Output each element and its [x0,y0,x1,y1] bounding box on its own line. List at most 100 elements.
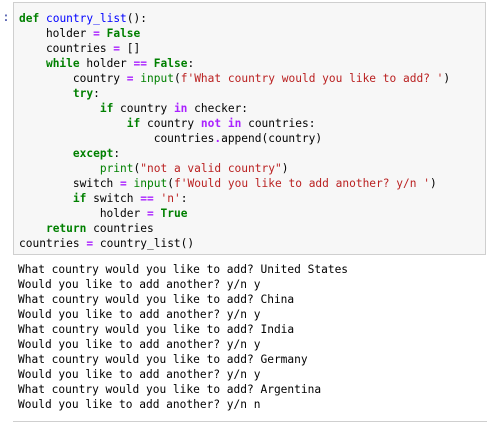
code-token: : [180,192,188,205]
code-token: f'Would you like to add another? y/n ' [173,177,430,190]
code-token: holder [19,207,147,220]
code-line: countries.append(country) [19,132,322,145]
code-token: in [173,102,188,115]
code-token: in [227,117,242,130]
code-token: not [200,117,222,130]
code-token: = [120,177,127,190]
code-token: country [19,72,127,85]
code-token: def [19,12,40,25]
output-line: What country would you like to add? Unit… [18,263,349,276]
code-token: = [126,72,134,85]
code-line: try: [19,87,100,100]
code-token: = [146,207,154,220]
code-line: print("not a valid country") [19,162,289,175]
code-token: ) [281,162,289,175]
code-token: country_list [45,12,127,25]
code-token: input [140,72,174,85]
code-line: holder = False [19,27,140,40]
code-token: f'What country would you like to add? ' [180,72,444,85]
output-line: What country would you like to add? Germ… [18,353,308,366]
code-token: countries: [241,117,316,130]
code-token: country [140,117,201,130]
code-token: ( [173,72,181,85]
code-token: 'n' [160,192,181,205]
code-line: if switch == 'n': [19,192,188,205]
code-token: ( [167,177,174,190]
code-token: holder [79,57,134,70]
code-editor[interactable]: def country_list(): holder = False count… [19,11,450,251]
code-token: switch [86,192,141,205]
output-line: What country would you like to add? Arge… [18,383,322,396]
code-token: "not a valid country" [140,162,282,175]
cell-prompt-marker: : [2,10,10,24]
code-token: countries [86,222,154,235]
code-line: return countries [19,222,154,235]
output-line: What country would you like to add? Chin… [18,293,295,306]
code-line: countries = [] [19,42,140,55]
code-token: ) [443,72,451,85]
code-token: ) [429,177,437,190]
next-cell-border [13,421,487,422]
code-token: country [113,102,174,115]
code-token: countries [19,42,114,55]
output-line: What country would you like to add? Indi… [18,323,295,336]
code-token: if [99,102,114,115]
code-token: input [133,177,168,190]
output-line: Would you like to add another? y/n n [18,398,261,411]
code-token: try [72,87,94,100]
code-line: countries = country_list() [19,237,194,250]
code-token: print [99,162,134,175]
code-token: : [93,87,100,100]
code-token: holder [19,27,94,40]
code-token: return [45,222,87,235]
code-token: == [133,57,148,70]
code-line: holder = True [19,207,188,220]
code-line: if country in checker: [19,102,248,115]
code-token: append(country) [221,132,323,145]
code-token: checker: [187,102,249,115]
code-line: while holder == False: [19,57,194,70]
code-token: switch [19,177,121,190]
output-line: Would you like to add another? y/n y [18,338,261,351]
code-token: False [153,57,188,70]
code-line: def country_list(): [19,12,147,25]
code-line: country = input(f'What country would you… [19,72,450,85]
code-token: : [187,57,195,70]
cell-output: What country would you like to add? Unit… [18,262,348,412]
output-line: Would you like to add another? y/n y [18,368,261,381]
code-token: [] [120,42,141,55]
code-token: except [72,147,114,160]
code-token: if [126,117,141,130]
code-token: if [72,192,87,205]
code-line: except: [19,147,120,160]
code-cell[interactable]: def country_list(): holder = False count… [13,2,486,255]
output-line: Would you like to add another? y/n y [18,308,261,321]
code-token: countries [19,132,215,145]
code-token: == [140,192,154,205]
code-token: True [160,207,188,220]
code-line: if country not in countries: [19,117,316,130]
code-token: country_list() [93,237,195,250]
code-line: switch = input(f'Would you like to add a… [19,177,437,190]
code-token: while [45,57,80,70]
code-token: (): [126,12,148,25]
code-token: = [93,27,100,40]
output-line: Would you like to add another? y/n y [18,278,261,291]
code-token: : [113,147,121,160]
code-token: countries [19,237,87,250]
code-token: False [106,27,141,40]
